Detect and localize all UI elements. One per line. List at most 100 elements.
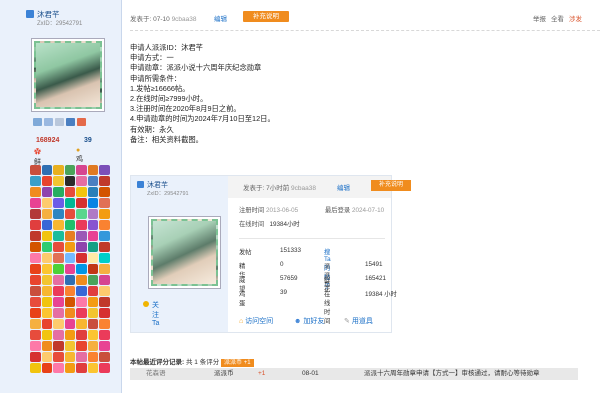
medal-icon[interactable]	[64, 319, 76, 329]
medal-icon[interactable]	[30, 308, 41, 318]
medal-icon[interactable]	[76, 363, 87, 373]
medal-icon[interactable]	[41, 297, 53, 307]
medal-icon[interactable]	[87, 176, 99, 186]
medal-icon[interactable]	[99, 286, 110, 296]
profile-icon[interactable]	[55, 118, 64, 126]
medal-icon[interactable]	[87, 308, 99, 318]
medal-icon[interactable]	[76, 341, 87, 351]
medal-icon[interactable]	[53, 165, 64, 175]
tease-link[interactable]: 涉发	[569, 13, 582, 23]
space-icon[interactable]	[66, 118, 75, 126]
medal-icon[interactable]	[41, 253, 53, 263]
medal-icon[interactable]	[87, 209, 99, 219]
medal-icon[interactable]	[30, 242, 41, 252]
medal-icon[interactable]	[53, 176, 64, 186]
medal-icon[interactable]	[41, 308, 53, 318]
report-link[interactable]: 举报	[533, 13, 546, 23]
medal-icon[interactable]	[30, 286, 41, 296]
medal-icon[interactable]	[64, 297, 76, 307]
medal-icon[interactable]	[87, 341, 99, 351]
rating-user[interactable]: 花森语	[146, 368, 166, 380]
medal-icon[interactable]	[99, 253, 110, 263]
medal-icon[interactable]	[41, 264, 53, 274]
medal-icon[interactable]	[99, 308, 110, 318]
quote-edit-link[interactable]: 编辑	[337, 182, 350, 192]
medal-icon[interactable]	[99, 319, 110, 329]
medal-icon[interactable]	[41, 165, 53, 175]
medal-icon[interactable]	[99, 330, 110, 340]
medal-icon[interactable]	[30, 209, 41, 219]
medal-icon[interactable]	[53, 187, 64, 197]
medal-icon[interactable]	[30, 198, 41, 208]
medal-icon[interactable]	[76, 330, 87, 340]
medal-icon[interactable]	[76, 209, 87, 219]
supplement-button[interactable]: 补充说明	[243, 11, 289, 22]
medal-icon[interactable]	[53, 209, 64, 219]
medal-icon[interactable]	[53, 330, 64, 340]
medal-icon[interactable]	[64, 231, 76, 241]
medal-icon[interactable]	[76, 220, 87, 230]
medal-icon[interactable]	[30, 231, 41, 241]
medal-icon[interactable]	[99, 165, 110, 175]
medal-icon[interactable]	[99, 363, 110, 373]
medal-icon[interactable]	[53, 352, 64, 362]
medal-icon[interactable]	[30, 341, 41, 351]
medal-icon[interactable]	[41, 330, 53, 340]
message-icon[interactable]	[33, 118, 42, 126]
medal-icon[interactable]	[76, 275, 87, 285]
medal-icon[interactable]	[30, 363, 41, 373]
medal-icon[interactable]	[53, 297, 64, 307]
medal-icon[interactable]	[87, 242, 99, 252]
medal-icon[interactable]	[30, 319, 41, 329]
medal-icon[interactable]	[76, 242, 87, 252]
medal-icon[interactable]	[99, 297, 110, 307]
medal-icon[interactable]	[87, 286, 99, 296]
medal-icon[interactable]	[41, 352, 53, 362]
medal-icon[interactable]	[64, 242, 76, 252]
medal-icon[interactable]	[53, 231, 64, 241]
medal-icon[interactable]	[87, 220, 99, 230]
medal-icon[interactable]	[64, 198, 76, 208]
medal-icon[interactable]	[99, 275, 110, 285]
medal-icon[interactable]	[53, 220, 64, 230]
medal-icon[interactable]	[30, 275, 41, 285]
medal-icon[interactable]	[30, 187, 41, 197]
medal-icon[interactable]	[30, 297, 41, 307]
avatar[interactable]	[31, 38, 105, 112]
gift-icon[interactable]	[77, 118, 86, 126]
medal-icon[interactable]	[64, 308, 76, 318]
medal-icon[interactable]	[87, 297, 99, 307]
medal-icon[interactable]	[64, 352, 76, 362]
medal-icon[interactable]	[30, 220, 41, 230]
medal-icon[interactable]	[87, 363, 99, 373]
edit-link[interactable]: 编辑	[214, 13, 227, 23]
medal-icon[interactable]	[87, 231, 99, 241]
medal-icon[interactable]	[41, 363, 53, 373]
medal-icon[interactable]	[64, 209, 76, 219]
medal-icon[interactable]	[87, 253, 99, 263]
medal-icon[interactable]	[53, 363, 64, 373]
add-friend-link[interactable]: ☻ 加好友	[294, 316, 324, 326]
medal-icon[interactable]	[41, 275, 53, 285]
medal-icon[interactable]	[41, 176, 53, 186]
medal-icon[interactable]	[76, 319, 87, 329]
medal-icon[interactable]	[87, 319, 99, 329]
medal-icon[interactable]	[87, 330, 99, 340]
medal-icon[interactable]	[99, 242, 110, 252]
visit-space-link[interactable]: ⌂ 访问空间	[239, 316, 273, 326]
medal-icon[interactable]	[87, 275, 99, 285]
medal-icon[interactable]	[76, 264, 87, 274]
medal-icon[interactable]	[41, 341, 53, 351]
medal-icon[interactable]	[41, 187, 53, 197]
medal-icon[interactable]	[41, 319, 53, 329]
medal-icon[interactable]	[76, 198, 87, 208]
medal-icon[interactable]	[64, 176, 76, 186]
medal-icon[interactable]	[41, 198, 53, 208]
quote-supplement-button[interactable]: 补充说明	[371, 180, 411, 191]
medal-icon[interactable]	[64, 341, 76, 351]
medal-icon[interactable]	[64, 253, 76, 263]
medal-icon[interactable]	[99, 264, 110, 274]
medal-icon[interactable]	[53, 319, 64, 329]
medal-icon[interactable]	[53, 341, 64, 351]
medal-icon[interactable]	[87, 187, 99, 197]
